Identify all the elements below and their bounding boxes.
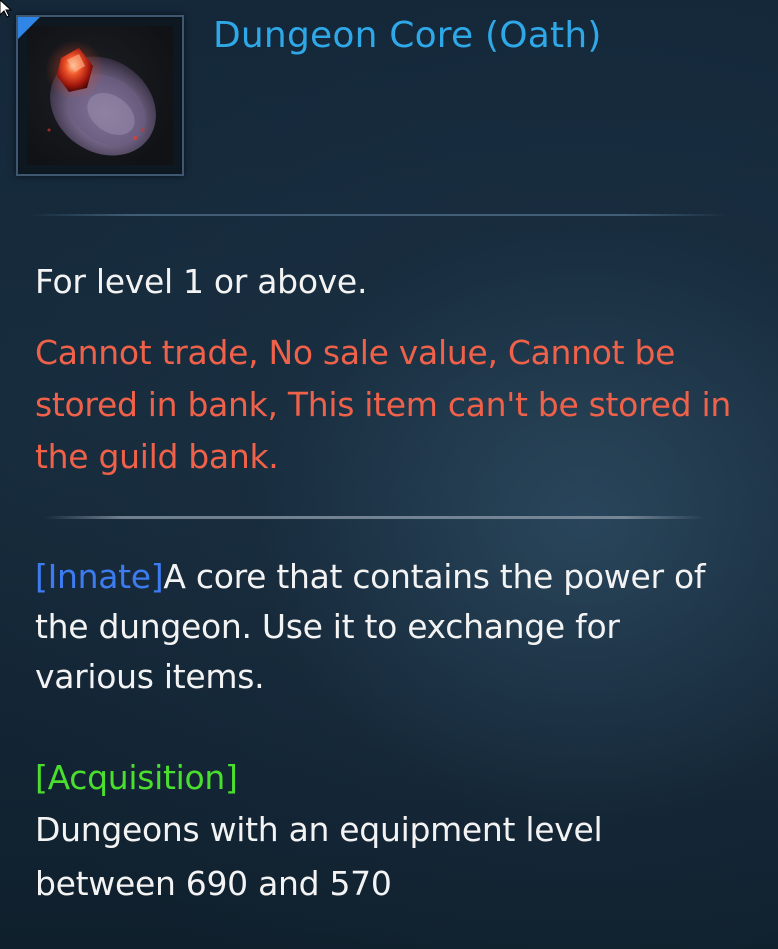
- trade-restrictions: Cannot trade, No sale value, Cannot be s…: [35, 333, 731, 476]
- item-icon-frame: [16, 15, 184, 176]
- grade-corner-icon: [18, 17, 40, 39]
- item-description: [Innate]A core that contains the power o…: [35, 552, 735, 702]
- level-requirement: For level 1 or above.: [35, 262, 368, 301]
- dungeon-core-icon: [27, 26, 173, 165]
- acquisition-text: Dungeons with an equipment level between…: [35, 810, 603, 903]
- item-tooltip: Dungeon Core (Oath) For level 1 or above…: [0, 0, 778, 949]
- header-divider: [28, 214, 728, 216]
- acquisition-label: [Acquisition]: [35, 758, 238, 797]
- section-divider: [44, 516, 704, 519]
- item-name: Dungeon Core (Oath): [213, 15, 602, 56]
- mouse-cursor-icon: [0, 0, 12, 18]
- innate-tag: [Innate]: [35, 557, 164, 596]
